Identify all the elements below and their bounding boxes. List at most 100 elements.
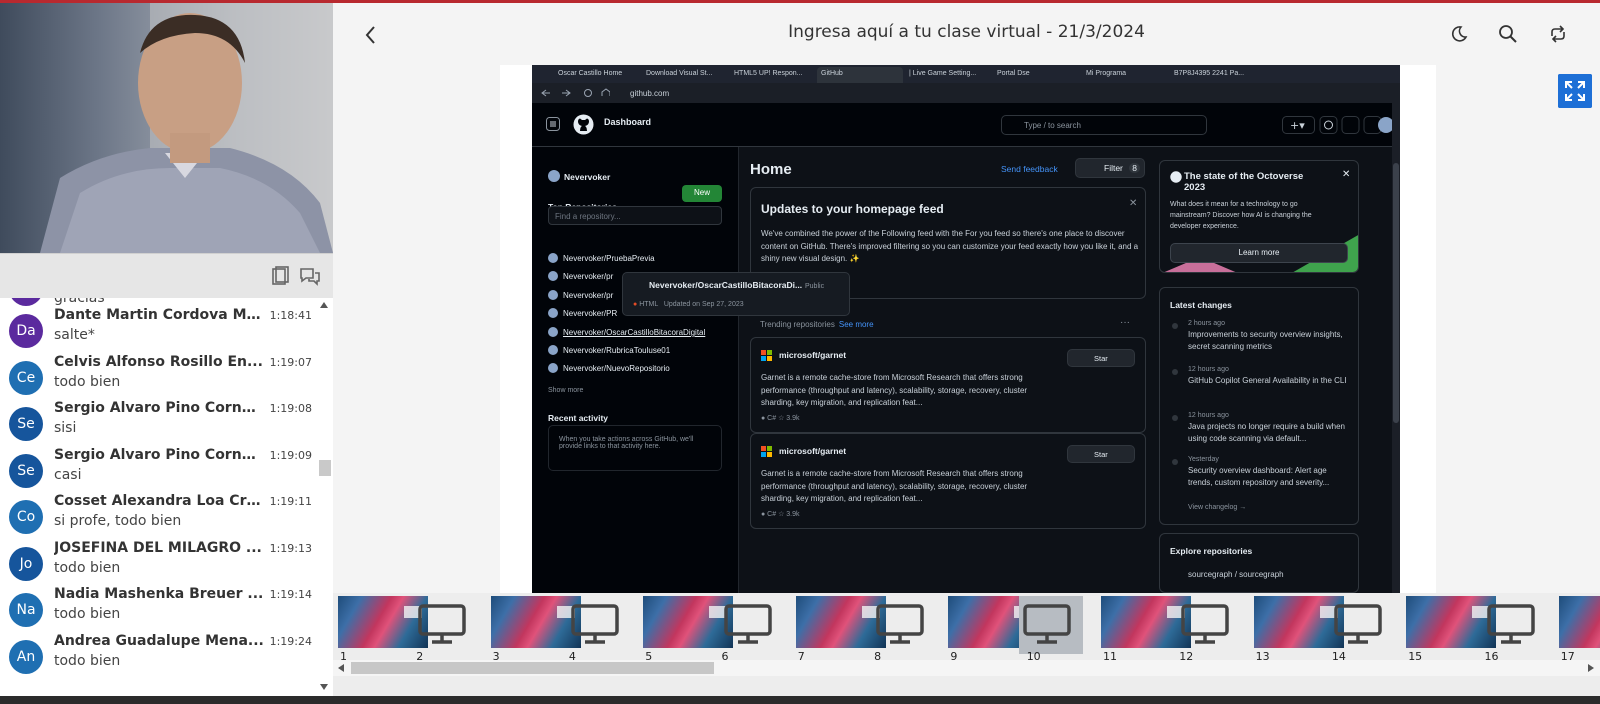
learn-more-button[interactable]: Learn more	[1170, 243, 1348, 263]
repo-name: Nevervoker/OscarCastilloBitacoraDigital	[563, 328, 706, 337]
fullscreen-icon[interactable]	[1558, 74, 1592, 108]
repo-name: Nevervoker/RubricaTouluse01	[563, 346, 671, 355]
monitor-icon	[1486, 604, 1535, 644]
explore-repo[interactable]: sourcegraph / sourcegraph	[1188, 570, 1284, 579]
chat-scroll-thumb[interactable]	[319, 460, 331, 476]
browser-tab[interactable]: Mi Programa	[1082, 67, 1168, 83]
avatar: Na	[9, 593, 43, 627]
browser-tab-bar: Oscar Castillo Home Download Visual St...…	[532, 65, 1400, 83]
scroll-left-arrow-icon[interactable]	[338, 664, 344, 672]
github-header: Dashboard Type / to search +▾	[532, 103, 1400, 147]
slide-thumbnail[interactable]	[1018, 596, 1083, 654]
slide-thumbnail[interactable]	[414, 596, 470, 648]
explore-heading: Explore repositories	[1170, 546, 1253, 556]
nav-buttons-icon[interactable]	[540, 88, 610, 98]
slide-thumbnail[interactable]	[1558, 596, 1600, 648]
github-search[interactable]: Type / to search	[1001, 115, 1207, 135]
url-text[interactable]: github.com	[630, 89, 669, 98]
browser-tab[interactable]: Oscar Castillo Home	[554, 67, 640, 83]
chat-scrollbar[interactable]	[318, 298, 333, 696]
star-button[interactable]: Star	[1067, 349, 1135, 367]
find-repository-input[interactable]: Find a repository...	[548, 206, 722, 225]
chat-toolbar	[0, 253, 333, 298]
swap-arrows-icon[interactable]	[1548, 24, 1568, 44]
repo-link[interactable]: Nevervoker/RubricaTouluse01	[548, 345, 670, 355]
trending-repo-card: microsoft/garnet Garnet is a remote cache…	[750, 337, 1146, 433]
slide-thumbnail[interactable]	[872, 596, 928, 648]
dashboard-title[interactable]: Dashboard	[604, 117, 651, 127]
changelog-item[interactable]: 12 hours ago GitHub Copilot General Avail…	[1188, 366, 1353, 387]
scroll-down-arrow-icon[interactable]	[320, 684, 328, 690]
show-more-link[interactable]: Show more	[548, 387, 583, 394]
page-scrollbar[interactable]	[1392, 103, 1400, 593]
scroll-right-arrow-icon[interactable]	[1588, 664, 1594, 672]
browser-tab[interactable]: Download Visual St...	[642, 67, 728, 83]
browser-tab[interactable]: GitHub	[817, 67, 903, 83]
close-icon[interactable]: ✕	[1129, 198, 1137, 209]
latest-changes-heading: Latest changes	[1170, 300, 1232, 310]
scroll-up-arrow-icon[interactable]	[320, 302, 328, 308]
changelog-age: 12 hours ago	[1188, 412, 1229, 419]
star-button[interactable]: Star	[1067, 445, 1135, 463]
repo-meta: ● C# ☆ 3.9k	[761, 511, 800, 518]
recent-activity-heading: Recent activity	[548, 413, 608, 423]
browser-tab[interactable]: Portal Dse	[993, 67, 1079, 83]
chat-message-time: 1:19:08	[269, 402, 312, 415]
user-avatar[interactable]	[548, 170, 560, 182]
send-feedback-link[interactable]: Send feedback	[1001, 164, 1058, 174]
slide-thumbnail[interactable]	[1330, 596, 1386, 648]
chat-bubbles-icon[interactable]	[298, 264, 322, 288]
changelog-item[interactable]: 12 hours ago Java projects no longer requ…	[1188, 412, 1353, 445]
avatar: Se	[9, 407, 43, 441]
github-logo-icon	[1170, 171, 1182, 183]
repo-name[interactable]: microsoft/garnet	[779, 446, 846, 456]
user-switcher[interactable]: Nevervoker	[564, 172, 610, 182]
github-logo-icon[interactable]	[573, 114, 594, 135]
avatar	[9, 298, 43, 306]
more-options-icon[interactable]: ···	[1120, 317, 1130, 328]
repo-avatar	[548, 327, 558, 337]
repo-link[interactable]: Nevervoker/pr	[548, 290, 613, 300]
browser-tab[interactable]: | Live Game Setting...	[905, 67, 991, 83]
new-repo-button[interactable]: New	[682, 185, 722, 202]
browser-tab[interactable]: HTML5 UP! Respon...	[730, 67, 816, 83]
monitor-icon	[1181, 604, 1230, 644]
thumbnail-scroll-thumb[interactable]	[351, 662, 714, 674]
dark-mode-moon-icon[interactable]	[1449, 24, 1469, 44]
repo-avatar	[548, 345, 558, 355]
see-more-link[interactable]: See more	[839, 320, 874, 329]
repo-link[interactable]: Nevervoker/pr	[548, 271, 613, 281]
browser-tab[interactable]: B7P8J4395 2241 Pa...	[1170, 67, 1256, 83]
chat-message-author: Sergio Alvaro Pino Cornejo	[54, 446, 264, 463]
filter-button[interactable]: Filter 8	[1075, 158, 1145, 178]
repo-link[interactable]: Nevervoker/NuevoRepositorio	[548, 363, 670, 373]
close-icon[interactable]: ✕	[1342, 169, 1350, 180]
slide-thumbnail[interactable]	[1483, 596, 1539, 648]
chat-message-author: Celvis Alfonso Rosillo En...	[54, 353, 263, 370]
address-bar[interactable]: github.com	[532, 83, 1400, 103]
repo-link[interactable]: Nevervoker/PR	[548, 308, 617, 318]
timeline-dot	[1172, 415, 1178, 421]
chat-message-time: 1:19:24	[269, 634, 312, 648]
repo-name[interactable]: microsoft/garnet	[779, 350, 846, 360]
changelog-age: 2 hours ago	[1188, 320, 1225, 327]
clipboard-icon[interactable]	[268, 264, 292, 288]
chat-message: Ce Celvis Alfonso Rosillo En... 1:19:07 tod…	[0, 353, 318, 399]
chat-message-author: Nadia Mashenka Breuer ...	[54, 586, 264, 602]
slide-thumbnail[interactable]	[720, 596, 776, 648]
header-action-icons[interactable]: +▾	[1282, 116, 1392, 134]
search-icon[interactable]	[1498, 24, 1518, 44]
repo-link[interactable]: Nevervoker/OscarCastilloBitacoraDigital	[548, 327, 705, 337]
webcam-video	[0, 3, 333, 253]
avatar: Se	[9, 453, 43, 488]
monitor-icon	[571, 604, 619, 644]
slide-thumbnail[interactable]	[567, 596, 623, 648]
view-changelog-link[interactable]: View changelog →	[1188, 504, 1246, 511]
repo-link[interactable]: Nevervoker/PruebaPrevia	[548, 253, 655, 263]
changelog-item[interactable]: 2 hours ago Improvements to security over…	[1188, 320, 1353, 353]
changelog-item[interactable]: Yesterday Security overview dashboard: Al…	[1188, 456, 1353, 489]
hamburger-menu-icon[interactable]	[546, 117, 560, 131]
slide-thumbnail[interactable]	[1177, 596, 1233, 648]
octoverse-card: The state of the Octoverse 2023 ✕ What d…	[1159, 160, 1359, 273]
chat-message: Co Cosset Alexandra Loa Cruz 1:19:11 si pro…	[0, 492, 318, 538]
